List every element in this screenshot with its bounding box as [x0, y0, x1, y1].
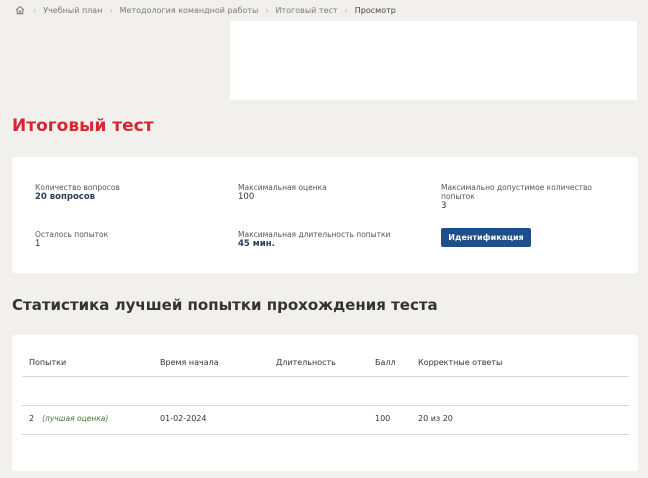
breadcrumb: › Учебный план › Методология командной р…: [14, 4, 396, 16]
remaining-attempts-label: Осталось попыток: [35, 230, 109, 239]
max-duration-value: 45 мин.: [238, 239, 275, 249]
identification-button[interactable]: Идентификация: [441, 228, 531, 247]
home-icon[interactable]: [14, 4, 26, 16]
best-score-note: (лучшая оценка): [42, 414, 109, 423]
column-header-duration: Длительность: [276, 358, 336, 367]
test-info-card: Количество вопросов 20 вопросов Максимал…: [12, 157, 638, 273]
table-divider: [22, 434, 629, 435]
attempt-cell: 2 (лучшая оценка): [29, 414, 108, 423]
max-attempts-info: Максимально допустимое количество попыто…: [441, 183, 601, 212]
score-cell: 100: [375, 414, 391, 423]
questions-count-info: Количество вопросов 20 вопросов: [35, 183, 120, 203]
breadcrumb-item-test[interactable]: Итоговый тест: [276, 6, 338, 15]
stats-table: Попытки Время начала Длительность Балл К…: [12, 335, 638, 471]
attempt-number: 2: [29, 414, 35, 423]
questions-count-value: 20 вопросов: [35, 192, 96, 202]
banner: [230, 21, 637, 100]
table-divider: [22, 376, 629, 377]
max-attempts-value: 3: [441, 201, 447, 211]
column-header-attempts: Попытки: [29, 358, 67, 367]
breadcrumb-item-course[interactable]: Методология командной работы: [120, 6, 259, 15]
max-duration-info: Максимальная длительность попытки 45 мин…: [238, 230, 390, 250]
column-header-score: Балл: [375, 358, 396, 367]
table-divider: [22, 405, 629, 406]
max-duration-label: Максимальная длительность попытки: [238, 230, 391, 239]
chevron-right-icon: ›: [109, 5, 113, 15]
max-score-label: Максимальная оценка: [238, 183, 327, 192]
column-header-start-time: Время начала: [160, 358, 219, 367]
chevron-right-icon: ›: [33, 5, 37, 15]
max-attempts-label: Максимально допустимое количество попыто…: [441, 183, 592, 201]
chevron-right-icon: ›: [265, 5, 269, 15]
breadcrumb-item-curriculum[interactable]: Учебный план: [43, 6, 102, 15]
stats-section-title: Статистика лучшей попытки прохождения те…: [12, 296, 438, 314]
start-time-cell: 01-02-2024: [160, 414, 207, 423]
breadcrumb-current: Просмотр: [354, 5, 396, 15]
max-score-value: 100: [238, 192, 255, 202]
correct-answers-cell: 20 из 20: [418, 414, 453, 423]
questions-count-label: Количество вопросов: [35, 183, 120, 192]
remaining-attempts-value: 1: [35, 239, 41, 249]
page-title: Итоговый тест: [12, 116, 154, 136]
remaining-attempts-info: Осталось попыток 1: [35, 230, 108, 250]
column-header-correct: Корректные ответы: [418, 358, 503, 367]
max-score-info: Максимальная оценка 100: [238, 183, 327, 203]
chevron-right-icon: ›: [344, 5, 348, 15]
